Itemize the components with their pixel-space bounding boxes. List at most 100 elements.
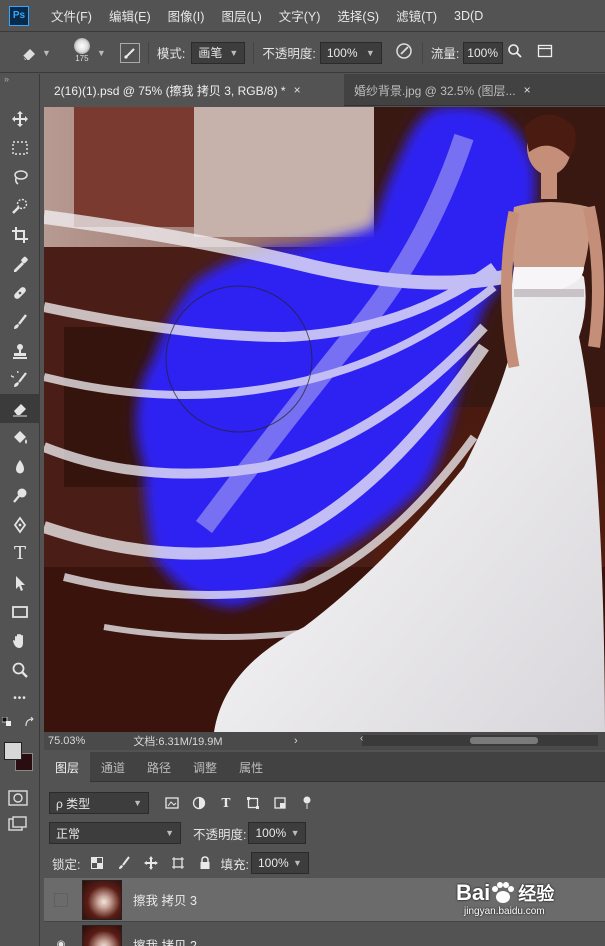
- chevron-down-icon[interactable]: ▼: [97, 48, 106, 58]
- eye-icon[interactable]: ◉: [54, 938, 68, 946]
- layer-name[interactable]: 擦我 拷贝 2: [133, 935, 197, 946]
- layer-name[interactable]: 擦我 拷贝 3: [133, 890, 197, 909]
- path-select-icon[interactable]: [0, 568, 40, 597]
- divider: [421, 41, 423, 64]
- menu-image[interactable]: 图像(I): [168, 6, 205, 25]
- paint-bucket-icon[interactable]: [0, 423, 40, 452]
- menu-file[interactable]: 文件(F): [51, 6, 92, 25]
- clone-stamp-icon[interactable]: [0, 336, 40, 365]
- zoom-tool-icon[interactable]: [0, 655, 40, 684]
- quick-select-tool-icon[interactable]: [0, 191, 40, 220]
- brush-preset-picker[interactable]: 175: [69, 37, 95, 68]
- rectangle-tool-icon[interactable]: [0, 597, 40, 626]
- opacity-label: 不透明度:: [262, 47, 316, 61]
- visibility-toggle[interactable]: [54, 892, 68, 907]
- healing-brush-icon[interactable]: [0, 278, 40, 307]
- eraser-tool-icon[interactable]: [0, 394, 40, 423]
- menu-edit[interactable]: 编辑(E): [109, 6, 151, 25]
- photoshop-logo: Ps: [9, 5, 29, 26]
- tab-document-2[interactable]: 婚纱背景.jpg @ 32.5% (图层... ×: [344, 74, 574, 106]
- filter-smart-object-icon[interactable]: [271, 794, 289, 812]
- filter-toggle-icon[interactable]: [298, 794, 316, 812]
- tab-document-1[interactable]: 2(16)(1).psd @ 75% (擦我 拷贝 3, RGB/8) * ×: [44, 74, 344, 106]
- filter-adjustment-icon[interactable]: [190, 794, 208, 812]
- default-colors-icon[interactable]: [2, 717, 12, 727]
- screen-mode-icon[interactable]: [8, 816, 28, 835]
- layer-thumbnail: [82, 924, 122, 946]
- menu-layer[interactable]: 图层(L): [221, 6, 261, 25]
- blend-mode-value: 正常: [56, 826, 81, 841]
- tab-paths[interactable]: 路径: [136, 752, 182, 782]
- layer-row[interactable]: 擦我 拷贝 3: [44, 878, 605, 922]
- document-size: 文档:6.31M/19.9M: [133, 736, 223, 748]
- mode-select[interactable]: 画笔 ▼: [191, 41, 246, 64]
- document-canvas[interactable]: [44, 107, 605, 732]
- tool-preset-picker[interactable]: ▼: [20, 44, 51, 62]
- lock-artboard-icon[interactable]: [169, 854, 187, 872]
- close-icon[interactable]: ×: [294, 83, 301, 97]
- hand-tool-icon[interactable]: [0, 626, 40, 655]
- workspace-button[interactable]: [537, 43, 553, 62]
- eyedropper-tool-icon[interactable]: [0, 249, 40, 278]
- tab-properties[interactable]: 属性: [228, 752, 274, 782]
- close-icon[interactable]: ×: [524, 83, 531, 97]
- blend-mode-select[interactable]: 正常 ▼: [49, 822, 181, 844]
- lock-position-icon[interactable]: [142, 854, 160, 872]
- workspace-icon: [538, 44, 553, 58]
- search-button[interactable]: [507, 43, 523, 62]
- opacity-field[interactable]: 100% ▼: [319, 41, 382, 64]
- tab-adjustments[interactable]: 调整: [182, 752, 228, 782]
- type-tool-icon[interactable]: T: [0, 539, 40, 568]
- dodge-tool-icon[interactable]: [0, 481, 40, 510]
- lock-transparent-icon[interactable]: [88, 854, 106, 872]
- mode-value: 画笔: [198, 46, 223, 60]
- crop-tool-icon[interactable]: [0, 220, 40, 249]
- lock-pixels-icon[interactable]: [115, 854, 133, 872]
- filter-pixel-icon[interactable]: [163, 794, 181, 812]
- more-tools-icon[interactable]: •••: [0, 684, 40, 713]
- menu-select[interactable]: 选择(S): [337, 6, 379, 25]
- swap-colors-icon[interactable]: [24, 717, 35, 728]
- blend-row: 正常 ▼ 不透明度: 100% ▼: [44, 822, 605, 844]
- pen-tool-icon[interactable]: [0, 510, 40, 539]
- layer-thumbnail: [82, 879, 122, 920]
- horizontal-scrollbar[interactable]: ‹: [360, 733, 598, 746]
- scroll-thumb[interactable]: [470, 737, 538, 744]
- filter-type-glyph: T: [221, 796, 231, 810]
- chevron-down-icon: ▼: [165, 828, 174, 838]
- tab-layers[interactable]: 图层: [44, 752, 91, 782]
- scroll-left-arrow[interactable]: ‹: [360, 733, 363, 744]
- pressure-opacity-toggle[interactable]: [394, 41, 414, 64]
- filter-shape-icon[interactable]: [244, 794, 262, 812]
- chevron-down-icon: ▼: [293, 858, 302, 868]
- flow-field[interactable]: 100%: [463, 41, 504, 64]
- foreground-color-swatch[interactable]: [4, 742, 22, 760]
- divider: [253, 41, 255, 64]
- brush-tool-icon[interactable]: [0, 307, 40, 336]
- status-menu-arrow[interactable]: ›: [294, 735, 298, 747]
- menu-type[interactable]: 文字(Y): [279, 6, 321, 25]
- filter-type-icon[interactable]: T: [217, 794, 235, 812]
- blur-tool-icon[interactable]: [0, 452, 40, 481]
- brush-panel-toggle[interactable]: [119, 42, 140, 63]
- divider: [147, 41, 149, 64]
- layer-row[interactable]: ◉ 擦我 拷贝 2: [44, 923, 605, 946]
- fill-field[interactable]: 100% ▼: [250, 852, 309, 874]
- layer-opacity-field[interactable]: 100% ▼: [248, 822, 307, 844]
- marquee-tool-icon[interactable]: [0, 133, 40, 162]
- document-tabs: 2(16)(1).psd @ 75% (擦我 拷贝 3, RGB/8) * × …: [44, 74, 605, 106]
- menu-3d[interactable]: 3D(D: [454, 9, 483, 23]
- tab-label: 婚纱背景.jpg @ 32.5% (图层...: [354, 83, 516, 98]
- collapse-toolbar-icon[interactable]: »: [0, 74, 39, 88]
- history-brush-icon[interactable]: [0, 365, 40, 394]
- zoom-level[interactable]: 75.03%: [48, 735, 85, 747]
- tab-channels[interactable]: 通道: [90, 752, 136, 782]
- move-tool-icon[interactable]: [0, 104, 40, 133]
- brush-size-value: 175: [75, 53, 89, 63]
- lasso-tool-icon[interactable]: [0, 162, 40, 191]
- menu-filter[interactable]: 滤镜(T): [396, 6, 437, 25]
- lock-all-icon[interactable]: [196, 854, 214, 872]
- layer-filter-select[interactable]: ρ 类型 ▼: [49, 792, 149, 814]
- quick-mask-icon[interactable]: [8, 790, 28, 809]
- fill-value: 100%: [257, 856, 289, 870]
